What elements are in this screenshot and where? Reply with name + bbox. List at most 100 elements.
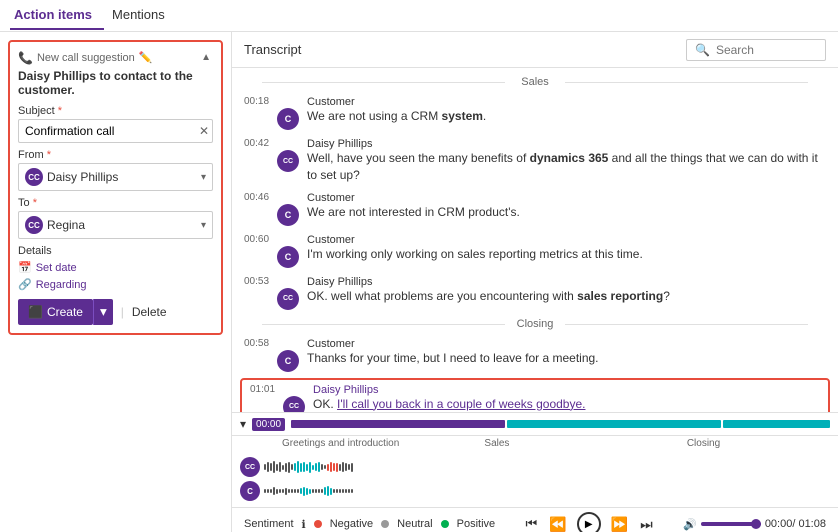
entry-content: Customer We are not interested in CRM pr… [307, 192, 826, 226]
track-cc: CC [240, 455, 830, 479]
timeline-segment-sales [507, 420, 721, 428]
from-select[interactable]: CC Daisy Phillips ▾ [18, 163, 213, 191]
calendar-icon: 📅 [18, 261, 32, 274]
tab-mentions[interactable]: Mentions [108, 1, 177, 30]
waveform-c [264, 484, 830, 498]
skip-to-end-button[interactable]: ⏭ [638, 514, 655, 532]
transcript-entry: 00:18 C Customer We are not using a CRM … [232, 92, 838, 134]
to-chevron-icon: ▾ [201, 220, 206, 231]
track-c-avatar: C [240, 481, 260, 501]
create-button-group: ⬛ Create ▾ [18, 299, 113, 325]
details-label: Details [18, 245, 213, 257]
chevron-up-icon[interactable]: ▲ [199, 50, 213, 65]
timeline-time-indicator: 00:00 [252, 418, 285, 431]
entry-speaker: Customer [307, 234, 826, 246]
volume-handle [751, 519, 761, 529]
from-value: Daisy Phillips [47, 170, 201, 184]
transcript-entry-highlighted: 01:01 CC Daisy Phillips OK. I'll call yo… [240, 378, 830, 412]
skip-to-start-button[interactable]: ⏮ [524, 514, 540, 532]
set-date-link[interactable]: 📅 Set date [18, 261, 213, 274]
time-display: 00:00/ 01:08 [765, 518, 826, 530]
transcript-entry: 00:53 CC Daisy Phillips OK. well what pr… [232, 272, 838, 314]
transcript-content: Sales 00:18 C Customer We are not using … [232, 68, 838, 412]
timeline-collapse-button[interactable]: ▾ [240, 417, 246, 431]
entry-text: OK. I'll call you back in a couple of we… [313, 396, 820, 412]
timeline-progress-bar[interactable] [291, 420, 830, 428]
entry-text: OK. well what problems are you encounter… [307, 288, 826, 305]
avatar: C [277, 246, 299, 268]
avatar: C [277, 204, 299, 226]
avatar: C [277, 108, 299, 130]
neutral-label: Neutral [397, 518, 432, 530]
transcript-entry: 00:46 C Customer We are not interested i… [232, 188, 838, 230]
entry-text: Thanks for your time, but I need to leav… [307, 350, 826, 367]
right-panel: Transcript 🔍 Sales 00:18 C Customer We a… [232, 32, 838, 532]
entry-content: Customer Thanks for your time, but I nee… [307, 338, 826, 372]
from-chevron-icon: ▾ [201, 172, 206, 183]
action-buttons: ⬛ Create ▾ | Delete [18, 299, 213, 325]
link-icon: 🔗 [18, 278, 32, 291]
entry-text: Well, have you seen the many benefits of… [307, 150, 826, 184]
regarding-link[interactable]: 🔗 Regarding [18, 278, 213, 291]
volume-icon[interactable]: 🔊 [683, 518, 697, 531]
section-label-closing: Closing [232, 314, 838, 334]
to-group: To * CC Regina ▾ [18, 197, 213, 239]
timeline-container: ▾ 00:00 Greetings and introduction Sales… [232, 412, 838, 532]
entry-time: 01:01 [250, 384, 275, 395]
volume-control: 🔊 00:00/ 01:08 [683, 518, 826, 531]
rewind-button[interactable]: ⏪ [547, 514, 568, 532]
action-card-title: Daisy Phillips to contact to the custome… [18, 69, 213, 97]
main-container: 📞 New call suggestion ✏️ ▲ Daisy Phillip… [0, 32, 838, 532]
sentiment-label: Sentiment [244, 518, 294, 530]
subject-label: Subject * [18, 105, 213, 117]
highlighted-link-text: I'll call you back in a couple of weeks … [337, 397, 585, 411]
playback-bar: Sentiment ℹ Negative Neutral Positive ⏮ … [232, 507, 838, 532]
from-group: From * CC Daisy Phillips ▾ [18, 149, 213, 191]
entry-speaker: Customer [307, 96, 826, 108]
avatar: C [277, 350, 299, 372]
edit-icon[interactable]: ✏️ [139, 51, 153, 64]
search-box[interactable]: 🔍 [686, 39, 826, 61]
section-label-sales: Sales [232, 72, 838, 92]
playback-controls: ⏮ ⏪ ▶ ⏩ ⏭ [524, 512, 655, 532]
create-split-button[interactable]: ▾ [93, 299, 113, 325]
positive-dot [441, 520, 449, 528]
negative-label: Negative [330, 518, 373, 530]
timeline-segment-intro [291, 420, 505, 428]
to-select[interactable]: CC Regina ▾ [18, 211, 213, 239]
transcript-title: Transcript [244, 42, 301, 57]
section-label-closing-timeline: Closing [687, 438, 788, 449]
entry-text: We are not interested in CRM product's. [307, 204, 826, 221]
waveform-cc [264, 460, 830, 474]
entry-content: Daisy Phillips OK. I'll call you back in… [313, 384, 820, 412]
search-input[interactable] [716, 43, 817, 57]
timeline-segment-closing [723, 420, 830, 428]
entry-speaker: Daisy Phillips [307, 138, 826, 150]
subject-input[interactable] [18, 119, 213, 143]
entry-time: 00:46 [244, 192, 269, 203]
from-avatar: CC [25, 168, 43, 186]
entry-content: Customer I'm working only working on sal… [307, 234, 826, 268]
volume-slider[interactable] [701, 522, 761, 526]
transcript-entry: 00:60 C Customer I'm working only workin… [232, 230, 838, 272]
entry-time: 00:60 [244, 234, 269, 245]
section-label-intro: Greetings and introduction [282, 438, 484, 449]
entry-content: Daisy Phillips Well, have you seen the m… [307, 138, 826, 184]
action-card-header-row: 📞 New call suggestion ✏️ ▲ [18, 50, 213, 65]
transcript-entry: 00:42 CC Daisy Phillips Well, have you s… [232, 134, 838, 188]
action-card: 📞 New call suggestion ✏️ ▲ Daisy Phillip… [8, 40, 223, 335]
entry-content: Daisy Phillips OK. well what problems ar… [307, 276, 826, 310]
subject-input-wrapper: ✕ [18, 119, 213, 143]
delete-button[interactable]: Delete [132, 305, 167, 319]
info-icon[interactable]: ℹ [302, 518, 306, 531]
left-panel: 📞 New call suggestion ✏️ ▲ Daisy Phillip… [0, 32, 232, 532]
transcript-header: Transcript 🔍 [232, 32, 838, 68]
section-label-sales-timeline: Sales [484, 438, 686, 449]
create-button[interactable]: ⬛ Create [18, 299, 93, 325]
play-button[interactable]: ▶ [577, 512, 601, 532]
transcript-entry: 00:58 C Customer Thanks for your time, b… [232, 334, 838, 376]
tab-action-items[interactable]: Action items [10, 1, 104, 30]
fast-forward-button[interactable]: ⏩ [609, 514, 630, 532]
neutral-dot [381, 520, 389, 528]
subject-clear-icon[interactable]: ✕ [199, 124, 209, 138]
